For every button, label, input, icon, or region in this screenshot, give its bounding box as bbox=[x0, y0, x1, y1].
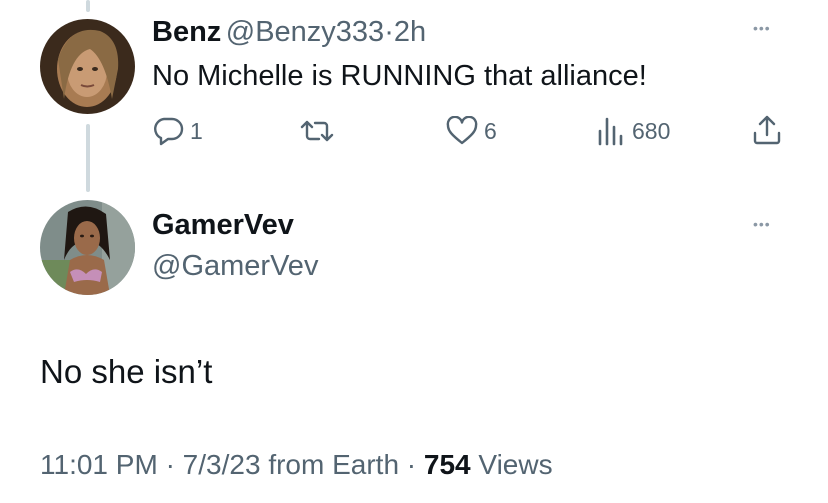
share-icon bbox=[752, 114, 782, 146]
like-icon bbox=[446, 116, 478, 146]
avatar-gamervev[interactable] bbox=[40, 200, 135, 295]
more-icon[interactable]: ••• bbox=[753, 20, 771, 36]
retweet-action[interactable] bbox=[300, 117, 334, 145]
tweet-source: from Earth bbox=[268, 449, 400, 480]
views-action[interactable]: 680 bbox=[596, 115, 670, 147]
like-action[interactable]: 6 bbox=[446, 116, 497, 146]
main-tweet-text: No she isn’t bbox=[40, 353, 213, 390]
meta-separator: · bbox=[406, 449, 417, 480]
meta-separator: · bbox=[165, 449, 175, 480]
views-icon bbox=[596, 115, 626, 147]
reply-header: Benz @Benzy333·2h bbox=[152, 16, 426, 49]
avatar-benz[interactable] bbox=[40, 19, 135, 114]
separator-dot: · bbox=[384, 16, 394, 48]
share-action[interactable] bbox=[752, 114, 782, 146]
reply-count: 1 bbox=[190, 117, 203, 144]
display-name-gamervev[interactable]: GamerVev bbox=[152, 209, 294, 242]
retweet-icon bbox=[300, 117, 334, 145]
handle-gamervev[interactable]: @GamerVev bbox=[152, 250, 318, 283]
reply-tweet-text: No Michelle is RUNNING that alliance! bbox=[152, 60, 647, 92]
thread-line-top bbox=[86, 0, 90, 12]
time-ago[interactable]: 2h bbox=[394, 16, 426, 48]
reply-action[interactable]: 1 bbox=[152, 116, 203, 146]
tweet-meta: 11:01 PM · 7/3/23 from Earth · 754 Views bbox=[40, 449, 553, 481]
display-name-benz[interactable]: Benz bbox=[152, 16, 221, 48]
views-count: 680 bbox=[632, 117, 671, 144]
handle-benz[interactable]: @Benzy333 bbox=[226, 16, 384, 48]
views-total: 754 bbox=[423, 449, 471, 480]
tweet-date[interactable]: 7/3/23 bbox=[183, 449, 261, 480]
thread-line-connector bbox=[86, 124, 90, 192]
tweet-time[interactable]: 11:01 PM bbox=[40, 449, 158, 480]
like-count: 6 bbox=[484, 117, 497, 144]
more-icon-main[interactable]: ••• bbox=[753, 216, 771, 232]
reply-icon bbox=[152, 116, 184, 146]
views-label: Views bbox=[478, 449, 553, 480]
